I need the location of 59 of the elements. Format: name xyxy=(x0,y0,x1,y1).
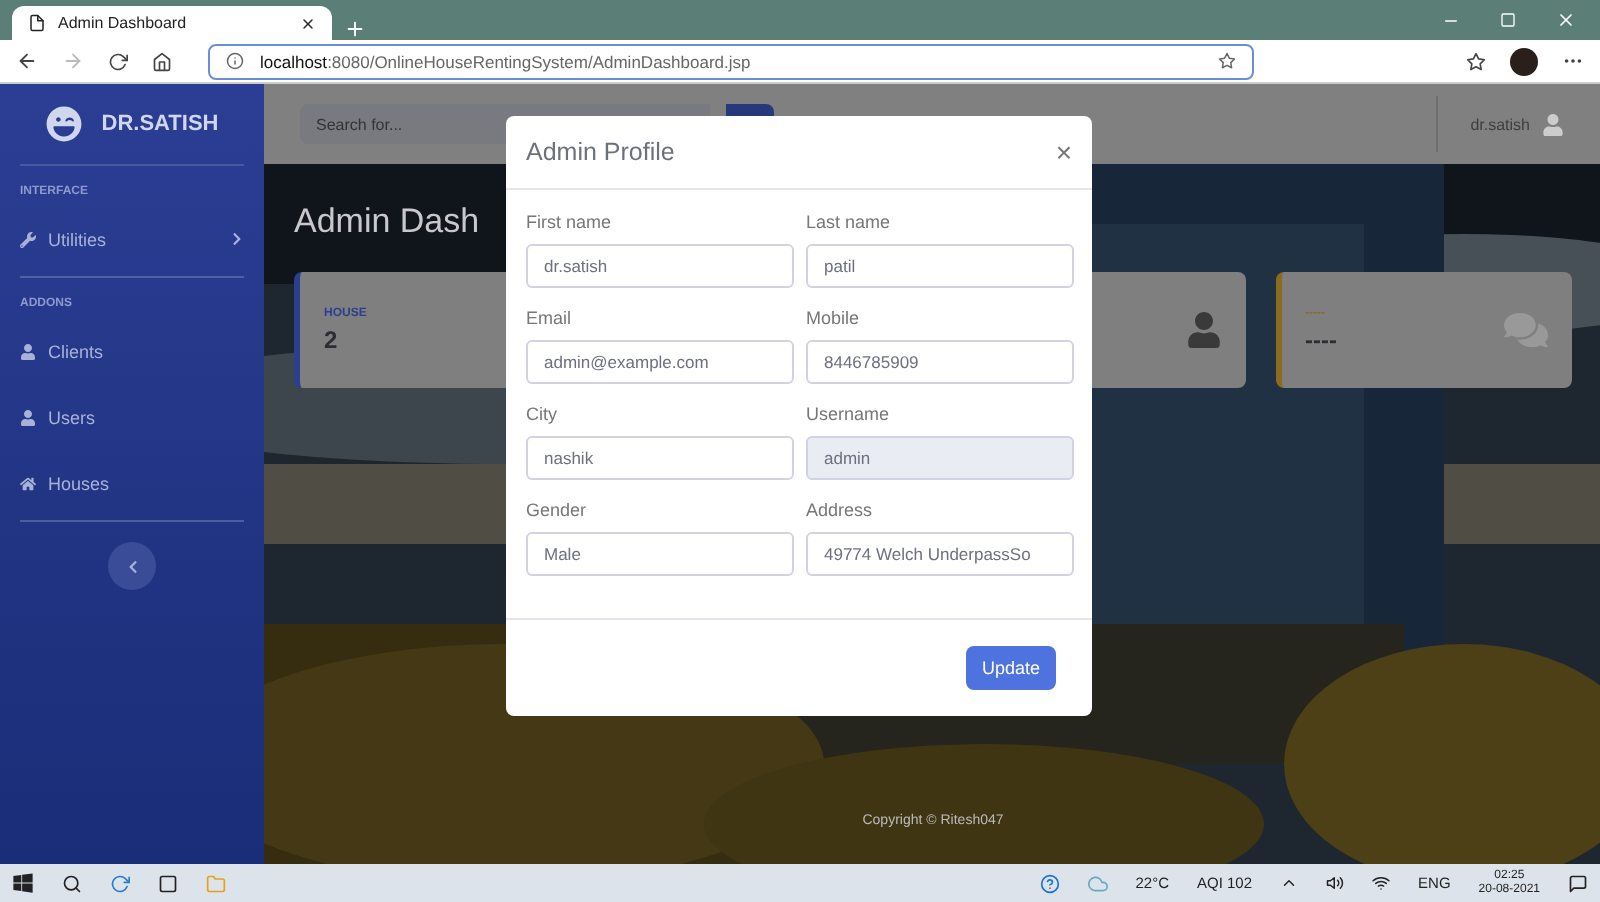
input-field[interactable]: nashik xyxy=(526,436,794,480)
dialog-title: Admin Profile xyxy=(526,138,675,166)
info-icon xyxy=(226,52,244,70)
sidebar-item[interactable]: Users xyxy=(20,384,244,450)
avatar-icon[interactable] xyxy=(1510,47,1538,75)
search-icon[interactable] xyxy=(62,873,82,893)
favorite-icon[interactable] xyxy=(1218,52,1236,70)
refresh-icon[interactable] xyxy=(108,51,128,71)
notification-icon[interactable] xyxy=(1568,873,1588,893)
brand-name: DR.SATISH xyxy=(101,112,219,136)
input-field[interactable]: 8446785909 xyxy=(806,340,1074,384)
field-label: City xyxy=(526,404,559,424)
wrench-icon xyxy=(20,231,36,247)
input-field[interactable]: Male xyxy=(526,532,794,576)
user-icon xyxy=(1185,312,1221,348)
close-button[interactable]: × xyxy=(1055,136,1072,168)
field-label: Username xyxy=(806,404,892,424)
chat-icon xyxy=(1504,308,1548,352)
input-field[interactable]: 49774 Welch UnderpassSo xyxy=(806,532,1074,576)
field-label: Mobile xyxy=(806,308,862,328)
user-icon xyxy=(20,343,36,359)
field-label: Address xyxy=(806,500,875,520)
chevron-icon xyxy=(125,559,139,573)
home-icon[interactable] xyxy=(152,51,172,71)
field-label: First name xyxy=(526,212,614,232)
help-icon[interactable] xyxy=(1039,873,1060,893)
page-title: Admin Dash xyxy=(294,200,480,244)
url-text: localhost:8080/OnlineHouseRentingSystem/AdminDashboard.jsp xyxy=(260,51,751,71)
close-icon[interactable] xyxy=(300,15,316,31)
page-icon xyxy=(28,14,46,32)
update-button[interactable]: Update xyxy=(965,646,1056,690)
new-tab-icon[interactable] xyxy=(344,18,366,40)
logo-icon xyxy=(45,106,82,142)
card-value: ---- xyxy=(1305,325,1337,353)
favorites-icon[interactable] xyxy=(1466,51,1486,71)
input-field[interactable]: dr.satish xyxy=(526,244,794,288)
card-value: 2 xyxy=(324,325,340,353)
weather-icon xyxy=(1087,873,1108,893)
network-icon[interactable] xyxy=(1372,874,1391,892)
start-icon[interactable] xyxy=(12,872,34,894)
volume-icon[interactable] xyxy=(1326,874,1345,892)
back-icon[interactable] xyxy=(16,50,38,72)
sidebar-toggle-button[interactable] xyxy=(108,542,156,590)
browser-tab[interactable]: Admin Dashboard xyxy=(12,6,332,40)
user-name: dr.satish xyxy=(1470,115,1530,133)
restore-icon[interactable] xyxy=(1500,12,1516,28)
chevron-icon[interactable] xyxy=(1280,874,1299,892)
chevron-icon xyxy=(230,232,244,246)
user-icon xyxy=(20,409,36,425)
field-label: Gender xyxy=(526,500,589,520)
input-field[interactable]: patil xyxy=(806,244,1074,288)
sidebar-item[interactable]: Houses xyxy=(20,450,244,516)
house-icon xyxy=(20,475,36,491)
sidebar-item[interactable]: Utilities xyxy=(20,206,244,272)
input-field[interactable]: admin@example.com xyxy=(526,340,794,384)
field-label: Email xyxy=(526,308,574,328)
sidebar-item[interactable]: Clients xyxy=(20,318,244,384)
address-bar[interactable]: localhost:8080/OnlineHouseRentingSystem/AdminDashboard.jsp xyxy=(208,43,1254,79)
field-label: Last name xyxy=(806,212,893,232)
